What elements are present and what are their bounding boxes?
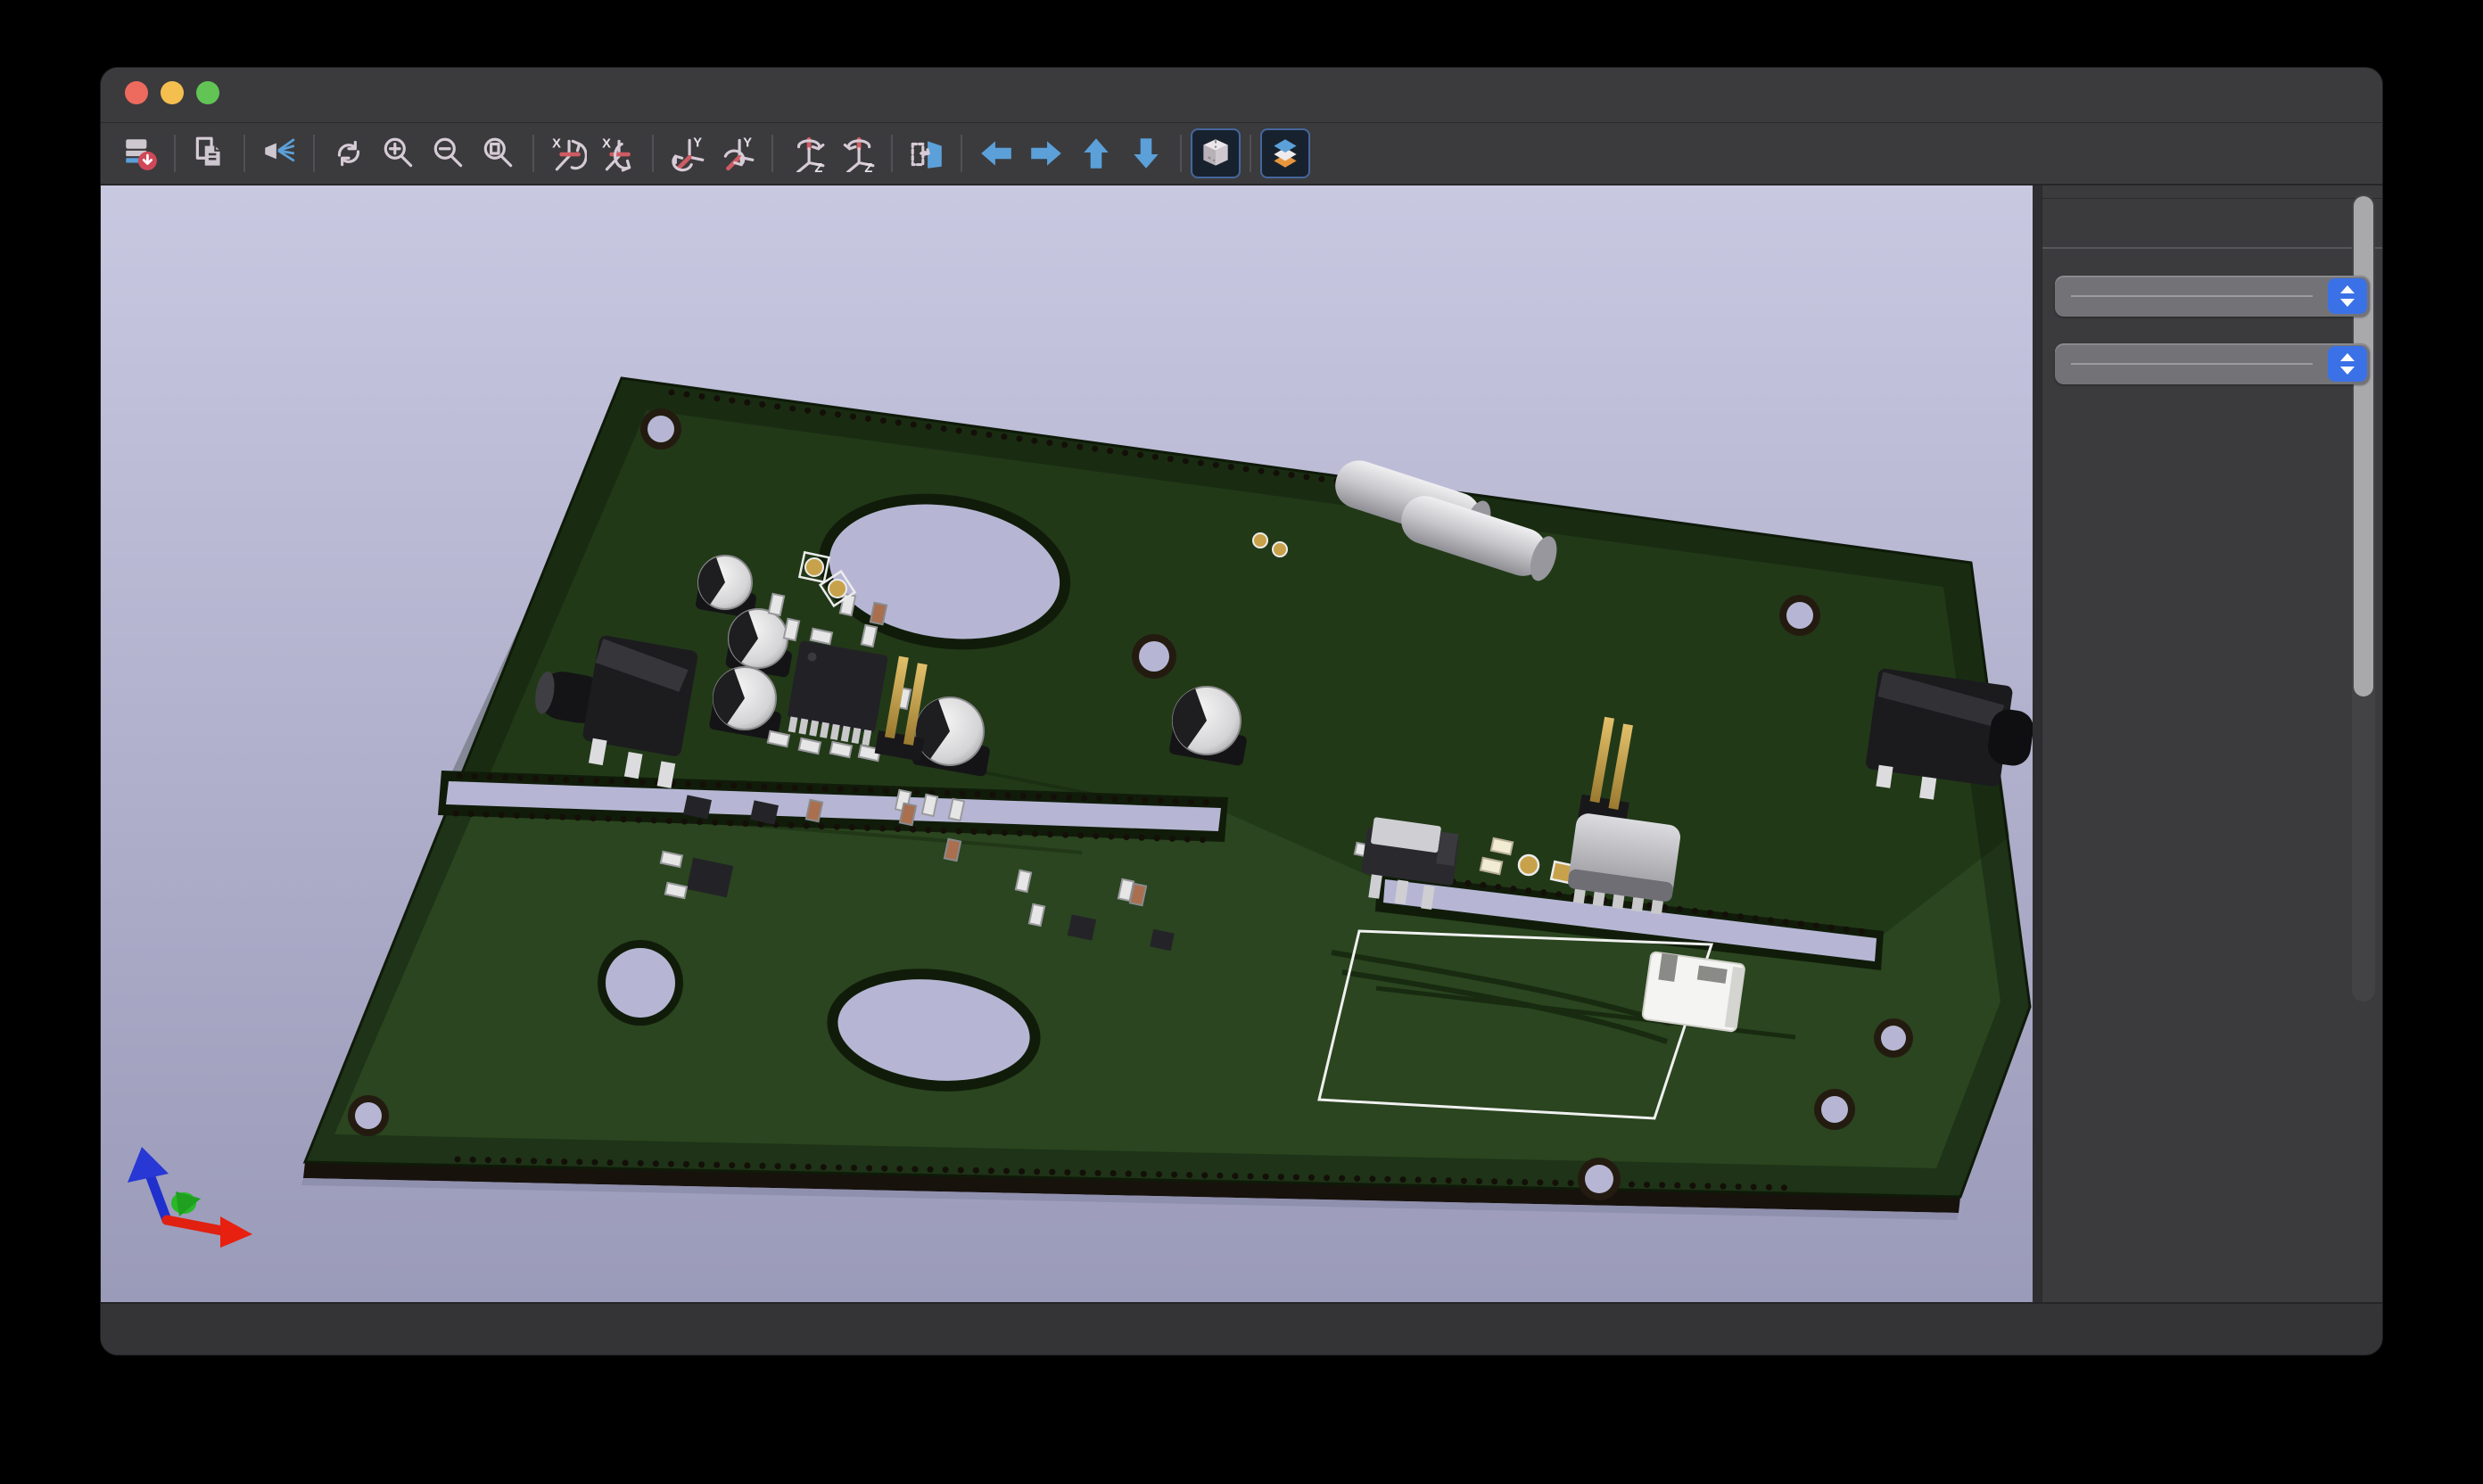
rotate-z-cw-icon: Z <box>788 135 826 172</box>
rotate-z-ccw-button[interactable]: Z <box>832 128 882 178</box>
refresh-view-icon <box>330 135 367 172</box>
appearance-header <box>2042 186 2382 199</box>
refresh-view-button[interactable] <box>324 128 374 178</box>
toolbar-separator <box>243 135 245 172</box>
panel-divider <box>2042 247 2382 249</box>
rotate-x-cw-button[interactable]: X <box>543 128 593 178</box>
svg-text:Z: Z <box>814 161 822 172</box>
app-window: X X Y <box>100 67 2383 1356</box>
jst-connector-u6 <box>1642 952 1745 1032</box>
rotate-x-ccw-button[interactable]: X <box>593 128 643 178</box>
scrollbar-thumb[interactable] <box>2354 196 2373 697</box>
pan-down-button[interactable] <box>1121 128 1171 178</box>
orthographic-projection-icon <box>1197 135 1234 172</box>
copy-image-button[interactable] <box>185 128 235 178</box>
toolbar-separator <box>652 135 654 172</box>
pan-left-icon <box>978 135 1015 172</box>
select-stepper-icon[interactable] <box>2328 346 2367 382</box>
toolbar-separator <box>771 135 773 172</box>
flip-board-icon <box>908 135 945 172</box>
zoom-in-icon <box>380 135 417 172</box>
rotate-y-cw-icon: Y <box>669 135 706 172</box>
toolbar-separator <box>891 135 893 172</box>
preset-select[interactable] <box>2055 276 2370 317</box>
viewport-label <box>2042 329 2382 343</box>
pan-up-button[interactable] <box>1071 128 1121 178</box>
chevron-up-icon <box>2340 285 2355 293</box>
soic-ic-u7 <box>785 640 888 746</box>
panel-seam <box>2033 186 2042 1302</box>
chevron-down-icon <box>2340 299 2355 307</box>
pan-right-button[interactable] <box>1021 128 1071 178</box>
appearance-panel <box>2042 186 2382 1302</box>
reload-board-icon <box>121 135 159 172</box>
svg-text:Y: Y <box>693 136 702 151</box>
flip-board-button[interactable] <box>902 128 952 178</box>
toolbar-separator <box>532 135 534 172</box>
toolbar-separator <box>961 135 962 172</box>
rotate-y-ccw-icon: Y <box>719 135 756 172</box>
pcb-3d-render <box>101 186 2033 1302</box>
chevron-down-icon <box>2340 367 2355 375</box>
pan-right-icon <box>1027 135 1065 172</box>
select-stepper-icon[interactable] <box>2328 278 2367 314</box>
pan-up-icon <box>1077 135 1115 172</box>
viewport-select[interactable] <box>2055 343 2370 384</box>
svg-text:Z: Z <box>864 161 872 172</box>
copy-image-icon <box>191 135 228 172</box>
orthographic-projection-button[interactable] <box>1191 128 1241 178</box>
3d-viewport[interactable] <box>101 186 2033 1302</box>
rotate-y-cw-button[interactable]: Y <box>663 128 713 178</box>
zoom-to-fit-icon <box>480 135 517 172</box>
svg-text:Y: Y <box>743 136 752 151</box>
usb-connector <box>1565 812 1682 915</box>
show-layers-icon <box>1266 135 1304 172</box>
main-area <box>101 186 2382 1302</box>
toolbar-separator <box>1250 135 1251 172</box>
show-layers-button[interactable] <box>1260 128 1310 178</box>
toolbar-separator <box>313 135 315 172</box>
render-raytracing-button[interactable] <box>254 128 304 178</box>
svg-text:X: X <box>602 137 611 152</box>
toolbar-separator <box>1180 135 1182 172</box>
title-bar[interactable] <box>101 68 2382 123</box>
zoom-in-button[interactable] <box>374 128 424 178</box>
zoom-out-button[interactable] <box>424 128 474 178</box>
toolbar: X X Y <box>101 123 2382 186</box>
rotate-x-ccw-icon: X <box>599 135 637 172</box>
rotate-y-ccw-button[interactable]: Y <box>713 128 763 178</box>
reload-board-button[interactable] <box>115 128 165 178</box>
toolbar-separator <box>174 135 176 172</box>
zoom-to-fit-button[interactable] <box>474 128 524 178</box>
window-title <box>101 68 2382 123</box>
preset-label <box>2042 261 2382 276</box>
layer-list <box>2042 199 2382 206</box>
chevron-up-icon <box>2340 353 2355 361</box>
pan-down-icon <box>1127 135 1165 172</box>
status-bar <box>101 1302 2382 1356</box>
render-raytracing-icon <box>260 135 298 172</box>
rotate-x-cw-icon: X <box>549 135 587 172</box>
svg-text:X: X <box>552 137 561 152</box>
zoom-out-icon <box>430 135 467 172</box>
pan-left-button[interactable] <box>971 128 1021 178</box>
rotate-z-ccw-icon: Z <box>838 135 876 172</box>
rotate-z-cw-button[interactable]: Z <box>782 128 832 178</box>
